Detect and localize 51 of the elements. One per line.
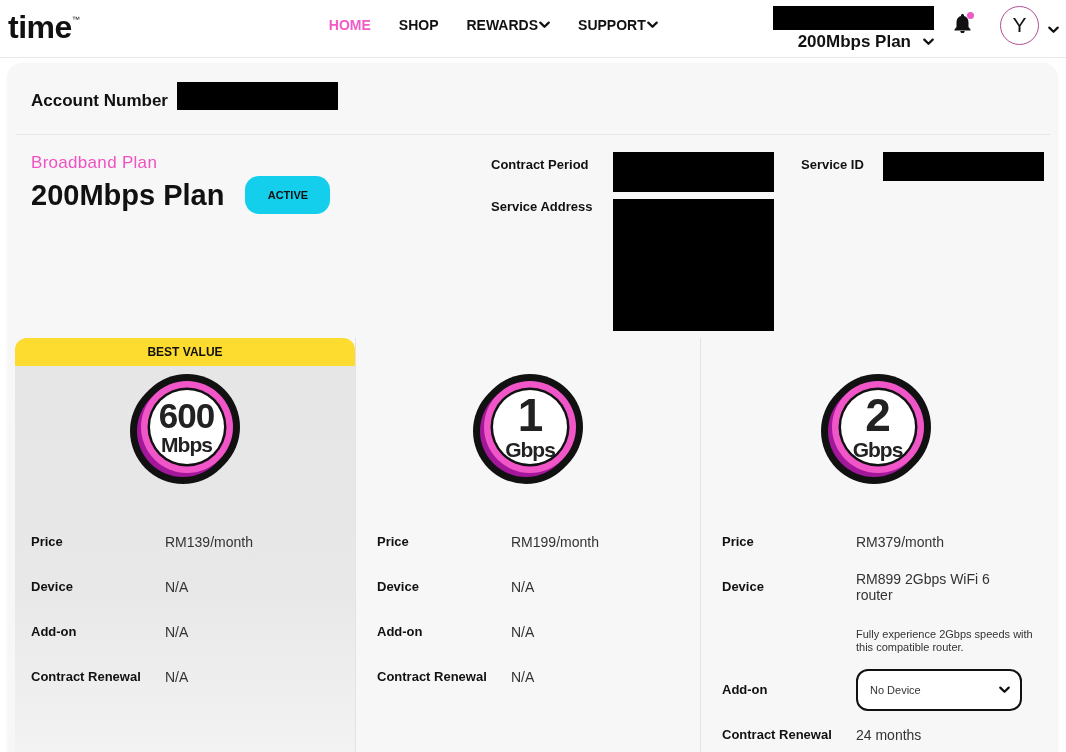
speed-unit: Gbps [852,438,903,460]
spec-value: RM139/month [165,533,254,550]
spec-value: N/A [165,668,190,685]
logo-wordmark[interactable]: time$^{™}$ [8,3,80,44]
spec-value: N/A [165,578,190,595]
spec-value: RM379/month [856,533,945,550]
chevron-down-icon [646,21,658,29]
nav-link[interactable]: SHOP [398,17,439,33]
spec-value: RM199/month [511,533,600,550]
spec-value: RM899 2Gbps WiFi 6 router [856,570,991,603]
speed-value: 1 [517,394,543,438]
spec-value: N/A [511,623,536,640]
detail-label: Contract Period [491,156,590,173]
chevron-down-icon [999,685,1010,694]
speed-unit: Gbps [505,438,555,460]
speed-value: 2 [865,394,890,438]
spec-label: Device [377,579,420,594]
spec-label: Price [377,534,410,549]
spec-label: Price [722,534,755,549]
spec-note: Fully experience 2Gbps speeds with this compatible router. [856,628,1034,654]
addon-select[interactable]: No Device [856,668,1022,711]
spec-label: Add-on [722,682,769,697]
bell-icon[interactable] [954,14,971,33]
spec-label: Contract Renewal [31,669,142,684]
status-badge: ACTIVE [245,176,331,214]
speed-value: 600 [158,399,215,433]
chevron-down-icon [923,37,934,46]
plan-category: Broadband Plan [31,153,159,173]
spec-label: Contract Renewal [722,727,833,742]
detail-label: Service ID [801,156,865,173]
account-number-label: Account Number [31,91,168,111]
plan-name: 200Mbps Plan [31,178,225,212]
spec-label: Add-on [377,624,424,639]
spec-label: Contract Renewal [377,669,488,684]
spec-value: N/A [511,668,536,685]
spec-label: Device [31,579,74,594]
spec-label: Price [31,534,64,549]
best-value-ribbon: BEST VALUE [15,338,355,366]
nav-link[interactable]: SUPPORT [578,17,658,33]
nav-link[interactable]: REWARDS [466,17,551,33]
chevron-down-icon [539,21,551,29]
spec-value: N/A [511,578,536,595]
avatar-button[interactable]: Y [1000,5,1039,45]
spec-value: 24 months [856,726,923,743]
chevron-down-icon [1048,25,1059,34]
detail-label: Service Address [491,199,594,215]
speed-unit: Mbps [161,433,212,455]
spec-value: N/A [165,623,190,640]
plan-switcher[interactable]: 200Mbps Plan [797,31,934,52]
spec-label: Add-on [31,624,78,639]
spec-label: Device [722,579,765,594]
